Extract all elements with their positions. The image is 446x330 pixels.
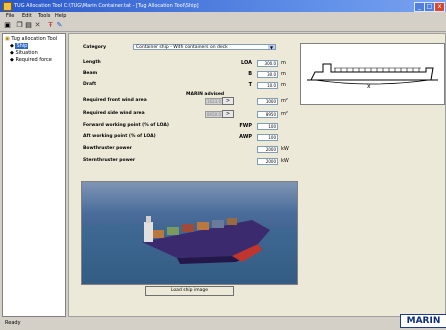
title-bar: TUG Allocation Tool C:\TUG\Marin Contain… (0, 0, 446, 12)
tree-item-situation[interactable]: ◆ Situation (10, 50, 38, 56)
save-icon[interactable]: ▣ (4, 22, 11, 29)
node-icon: ◆ (10, 57, 14, 63)
beam-field[interactable]: 30.0 (257, 71, 278, 78)
apply-side-wind-button[interactable]: > (222, 110, 234, 118)
menu-help[interactable]: Help (55, 13, 66, 19)
folder-icon: ▣ (5, 36, 10, 42)
menu-bar: File Edit Tools Help (0, 12, 446, 20)
tree-root[interactable]: ▣ Tug allocation Tool (5, 36, 57, 42)
paste-icon[interactable]: ▤ (25, 22, 32, 29)
category-label: Category (83, 45, 107, 50)
draft-label: Draft (83, 82, 97, 87)
front-wind-unit: m² (281, 98, 288, 104)
status-text: Ready (5, 320, 21, 326)
wind-icon[interactable]: Ŧ (47, 22, 54, 29)
node-icon: ◆ (10, 50, 14, 56)
navigation-tree: ▣ Tug allocation Tool ◆ Ship ◆ Situation… (2, 33, 66, 317)
bowthruster-unit: kW (281, 146, 289, 152)
load-ship-image-button[interactable]: Load ship image (145, 286, 234, 296)
delete-icon[interactable]: ✕ (34, 22, 41, 29)
length-label: Length (83, 60, 101, 65)
menu-edit[interactable]: Edit (22, 13, 32, 19)
side-wind-label: Required side wind area (83, 111, 145, 116)
beam-unit: m (281, 71, 286, 77)
menu-tools[interactable]: Tools (38, 13, 50, 19)
sternthruster-unit: kW (281, 158, 289, 164)
ship-profile-icon: x (307, 63, 438, 90)
beam-label: Beam (83, 71, 98, 76)
apply-front-wind-button[interactable]: > (222, 97, 234, 105)
toolbar: ▣ ❐ ▤ ✕ Ŧ ✎ (0, 20, 446, 32)
tree-item-required-force[interactable]: ◆ Required force (10, 57, 52, 63)
front-wind-field[interactable]: 1000 (257, 98, 278, 105)
menu-file[interactable]: File (6, 13, 14, 19)
copy-icon[interactable]: ❐ (16, 22, 23, 29)
side-wind-advised: 8950.0 (205, 111, 223, 118)
awp-field[interactable]: 100 (257, 134, 278, 141)
ship-profile-view: x (300, 43, 445, 105)
fwp-symbol: FWP (239, 123, 252, 129)
sternthruster-label: Sternthruster power (83, 158, 136, 163)
ship-3d-image (81, 181, 298, 285)
draft-unit: m (281, 82, 286, 88)
length-unit: m (281, 60, 286, 66)
window-title: TUG Allocation Tool C:\TUG\Marin Contain… (14, 3, 199, 9)
tools-icon[interactable]: ✎ (56, 22, 63, 29)
category-dropdown[interactable]: Container ship - With containers on deck… (133, 44, 276, 50)
tree-item-ship[interactable]: ◆ Ship (10, 43, 29, 49)
svg-text:x: x (367, 83, 371, 90)
chevron-down-icon: ▼ (268, 45, 275, 50)
length-symbol: LOA (241, 60, 252, 66)
side-wind-unit: m² (281, 111, 288, 117)
bowthruster-field[interactable]: 2000 (257, 146, 278, 153)
front-wind-advised: 1623.0 (205, 98, 223, 105)
beam-symbol: B (248, 71, 252, 77)
close-button[interactable]: x (434, 2, 445, 12)
fwp-label: Forward working point (% of LOA) (83, 123, 169, 128)
front-wind-label: Required front wind area (83, 98, 147, 103)
draft-field[interactable]: 10.0 (257, 82, 278, 89)
marin-logo: MARIN (400, 314, 446, 328)
bowthruster-label: Bowthruster power (83, 146, 132, 151)
advised-header: MARIN advised (186, 92, 225, 97)
container-ship-illustration (82, 216, 297, 284)
length-field[interactable]: 300.0 (257, 60, 278, 67)
node-icon: ◆ (10, 43, 14, 49)
awp-label: Aft working point (% of LOA) (83, 134, 156, 139)
draft-symbol: T (248, 82, 252, 88)
sternthruster-field[interactable]: 2000 (257, 158, 278, 165)
awp-symbol: AWP (239, 134, 252, 140)
fwp-field[interactable]: 100 (257, 123, 278, 130)
side-wind-field[interactable]: 8950 (257, 111, 278, 118)
app-icon (3, 2, 12, 11)
